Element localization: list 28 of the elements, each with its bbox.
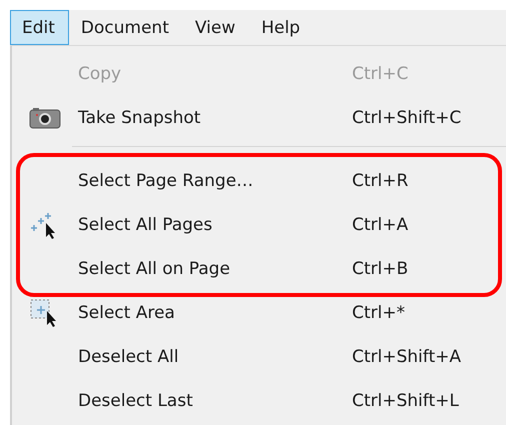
menu-item-label: Select All Pages [78,215,212,235]
menu-item[interactable]: Select Page Range… Ctrl+R [12,159,506,203]
menu-item-label: Copy [78,64,122,84]
menu-item[interactable]: Select All on Page Ctrl+B [12,247,506,291]
shortcut-label: Ctrl+* [352,303,405,323]
shortcut-label: Ctrl+Shift+A [352,347,462,367]
menu-item[interactable]: Deselect Last Ctrl+Shift+L [12,379,506,423]
menu-bar-item[interactable]: View [183,10,250,45]
menu-bar-item[interactable]: Edit [10,10,69,45]
shortcut-label: Ctrl+C [352,64,408,84]
menu-item[interactable]: Take Snapshot Ctrl+Shift+C [12,96,506,140]
shortcut-label: Ctrl+Shift+C [352,108,462,128]
shortcut-label: Ctrl+A [352,215,408,235]
menu-bar-item[interactable]: Help [249,10,314,45]
shortcut-label: Ctrl+Shift+L [352,391,459,411]
menu-item-label: Select Page Range… [78,171,254,191]
menu-bar-item[interactable]: Document [68,10,183,45]
menu-item-label: Take Snapshot [78,108,201,128]
shortcut-label: Ctrl+R [352,171,408,191]
menu-item-label: Deselect All [78,347,179,367]
menu-item[interactable]: Select Area Ctrl+* [12,291,506,335]
camera-icon [29,107,61,129]
shortcut-label: Ctrl+B [352,259,408,279]
menu-item[interactable]: Select All Pages Ctrl+A [12,203,506,247]
menu-item-label: Select All on Page [78,259,230,279]
menu-item[interactable]: Deselect All Ctrl+Shift+A [12,335,506,379]
menu-item-label: Select Area [78,303,175,323]
menu-item-label: Deselect Last [78,391,193,411]
